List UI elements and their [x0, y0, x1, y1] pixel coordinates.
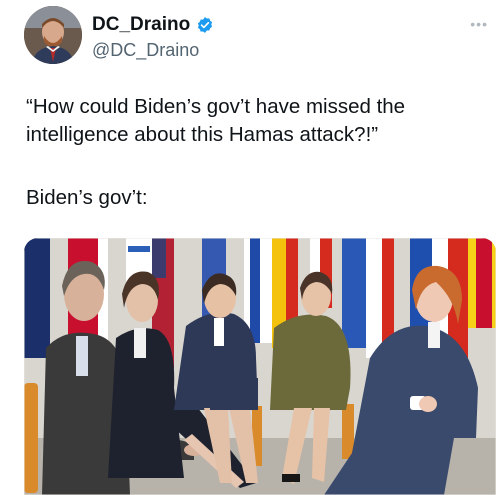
tweet-media-photo[interactable]: [24, 238, 496, 495]
tweet-text: “How could Biden’s gov’t have missed the…: [26, 95, 406, 146]
tweet-text-secondary: Biden’s gov’t:: [26, 186, 148, 209]
display-name[interactable]: DC_Draino: [92, 14, 190, 36]
avatar-image: [24, 6, 82, 64]
tweet-header: DC_Draino @DC_Draino •••: [24, 6, 490, 66]
handle[interactable]: @DC_Draino: [92, 40, 214, 61]
verified-badge-icon: [198, 17, 213, 33]
author-names: DC_Draino @DC_Draino: [92, 14, 214, 61]
avatar[interactable]: [24, 6, 82, 64]
photo-image: [24, 238, 496, 495]
more-dots-icon[interactable]: •••: [470, 16, 488, 32]
